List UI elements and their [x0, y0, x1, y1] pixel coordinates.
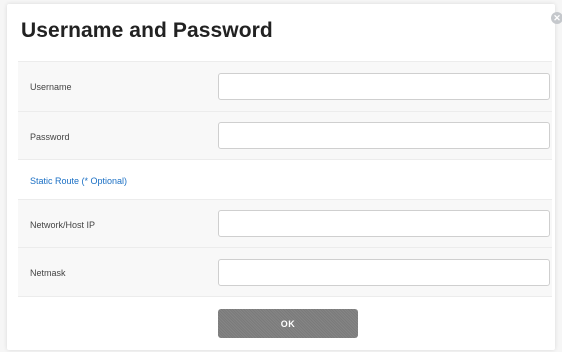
password-label: Password — [30, 132, 70, 142]
static-route-label: Static Route (* Optional) — [30, 176, 128, 186]
network-host-ip-field[interactable] — [218, 210, 550, 237]
username-label: Username — [30, 82, 72, 92]
network-host-ip-row: Network/Host IP — [18, 199, 552, 247]
ok-button[interactable]: OK — [218, 309, 358, 338]
netmask-label: Netmask — [30, 268, 66, 278]
static-route-row: Static Route (* Optional) — [18, 159, 552, 199]
netmask-field[interactable] — [218, 259, 550, 286]
password-row: Password — [18, 111, 552, 159]
username-password-dialog: Username and Password Username Password … — [7, 4, 555, 350]
password-field[interactable] — [218, 122, 550, 149]
netmask-row: Netmask — [18, 247, 552, 297]
dialog-title: Username and Password — [21, 19, 273, 42]
close-icon[interactable]: ✕ — [551, 12, 562, 24]
username-row: Username — [18, 61, 552, 111]
username-field[interactable] — [218, 73, 550, 100]
network-host-ip-label: Network/Host IP — [30, 220, 96, 230]
